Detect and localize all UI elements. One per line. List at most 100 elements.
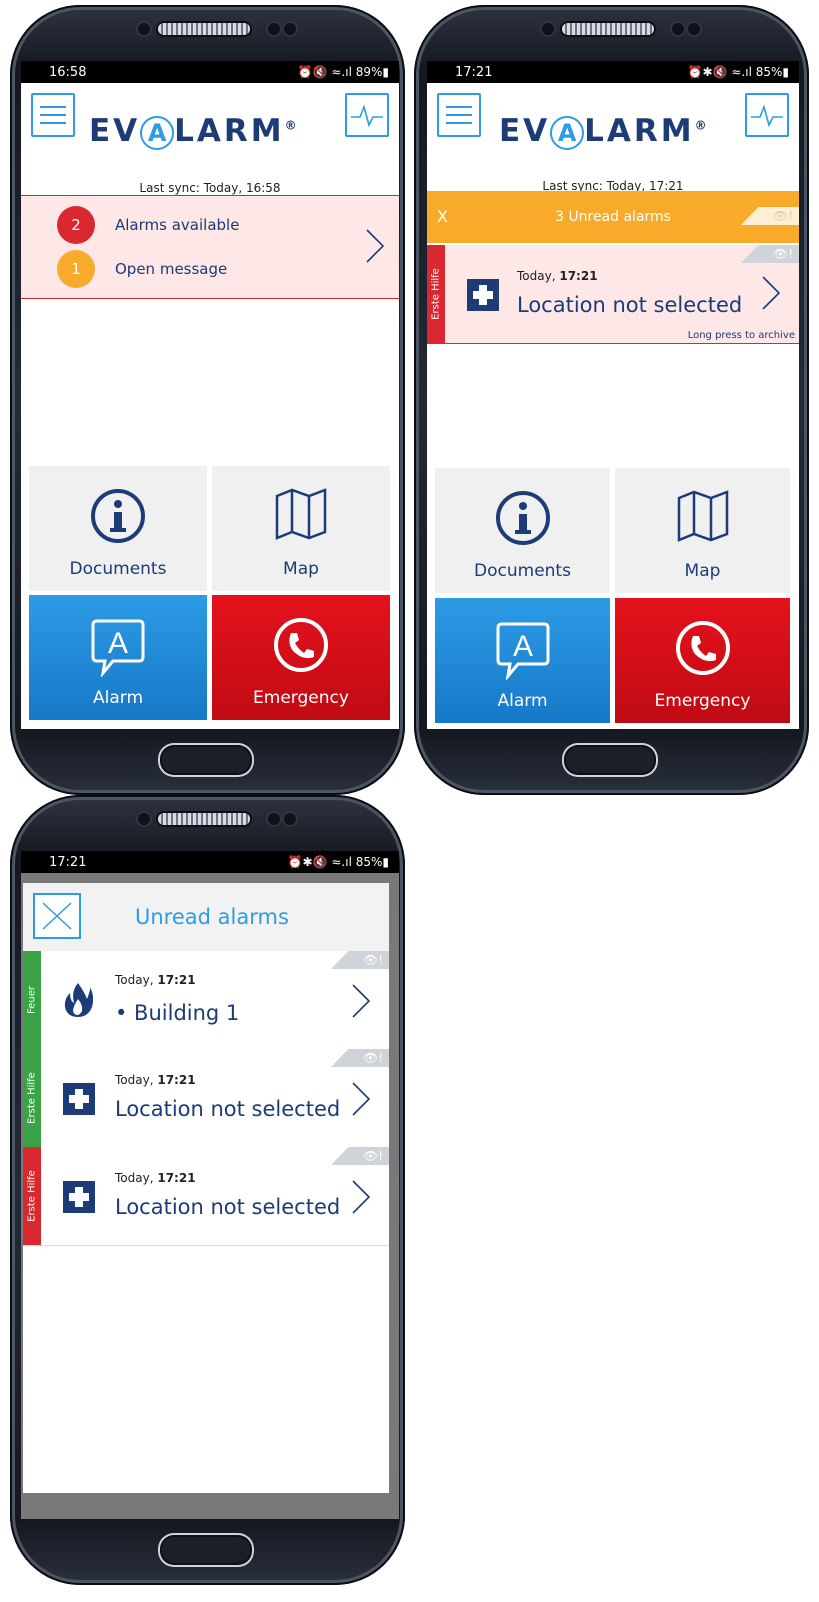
unread-alarms-modal: Unread alarms Feuer 👁! Today, 17:21 • Bu… (23, 883, 389, 1493)
menu-button[interactable] (31, 93, 75, 137)
alarm-row[interactable]: Feuer 👁! Today, 17:21 • Building 1 (23, 951, 389, 1050)
screen-home: 16:58 ⏰🔇 ≈.ıl 89%▮ EV A LARM® Last sync: T… (21, 61, 399, 729)
emergency-label: Emergency (253, 688, 349, 708)
status-icons: ⏰🔇 ≈.ıl 89%▮ (297, 65, 389, 79)
alarm-location: Location not selected (115, 1097, 341, 1121)
eye-icon: 👁! (331, 1049, 389, 1067)
earpiece-speaker (562, 23, 654, 35)
documents-tile[interactable]: Documents (435, 468, 610, 593)
menu-button[interactable] (437, 93, 481, 137)
eye-icon: 👁! (741, 245, 799, 263)
map-tile[interactable]: Map (615, 468, 790, 593)
category-stripe: Erste Hilfe (23, 1147, 41, 1245)
phone-frame-2: 17:21 ⏰✱🔇 ≈.ıl 85%▮ EV A LARM® Last sync: … (414, 5, 809, 795)
heartbeat-icon (751, 104, 783, 128)
modal-header: Unread alarms (23, 883, 389, 951)
emergency-tile[interactable]: Emergency (212, 595, 390, 720)
earpiece-speaker (158, 23, 250, 35)
status-icons: ⏰✱🔇 ≈.ıl 85%▮ (287, 855, 389, 869)
home-button[interactable] (158, 1533, 254, 1567)
evalarm-logo: EV A LARM® (89, 113, 300, 150)
alarm-row[interactable]: Erste Hilfe 👁! Today, 17:21 Location not… (23, 1147, 389, 1246)
chevron-right-icon (352, 984, 371, 1018)
alarm-location: • Building 1 (115, 1001, 240, 1025)
last-sync: Last sync: Today, 16:58 (139, 181, 281, 195)
status-bar: 17:21 ⏰✱🔇 ≈.ıl 85%▮ (21, 851, 399, 873)
screen-unread: 17:21 ⏰✱🔇 ≈.ıl 85%▮ EV A LARM® Last sync: … (427, 61, 799, 729)
unread-alarms-bar[interactable]: X 3 Unread alarms 👁! (427, 191, 799, 243)
phone-frame-1: 16:58 ⏰🔇 ≈.ıl 89%▮ EV A LARM® Last sync: T… (10, 5, 405, 795)
archive-hint: Long press to archive (687, 330, 795, 341)
documents-tile[interactable]: Documents (29, 466, 207, 591)
clock: 17:21 (455, 64, 493, 80)
front-camera (138, 813, 150, 825)
modal-title: Unread alarms (135, 905, 289, 929)
status-icons: ⏰✱🔇 ≈.ıl 85%▮ (687, 65, 789, 79)
first-aid-icon (63, 1181, 95, 1213)
alarm-timestamp: Today, 17:21 (517, 269, 598, 283)
chevron-right-icon (366, 229, 385, 263)
phone-icon (675, 621, 730, 675)
alarm-timestamp: Today, 17:21 (115, 1073, 196, 1087)
info-icon (495, 491, 550, 545)
sensor (268, 23, 280, 35)
svg-text:A: A (108, 627, 128, 660)
map-icon (275, 488, 327, 540)
alarm-row[interactable]: Erste Hilfe 👁! Today, 17:21 Location not… (23, 1049, 389, 1148)
fire-icon (64, 983, 93, 1017)
chevron-right-icon (352, 1082, 371, 1116)
screen-unread-modal: 17:21 ⏰✱🔇 ≈.ıl 85%▮ Unread alarms Feuer … (21, 851, 399, 1519)
earpiece-speaker (158, 813, 250, 825)
front-camera (138, 23, 150, 35)
alarms-count-badge: 2 (57, 206, 95, 244)
status-monitor-button[interactable] (745, 93, 789, 137)
eye-icon: 👁! (331, 951, 389, 969)
header: EV A LARM® Last sync: Today, 17:21 (427, 83, 799, 193)
alerts-summary[interactable]: 2 Alarms available 1 Open message (21, 195, 399, 299)
first-aid-icon (467, 279, 499, 311)
home-button[interactable] (158, 743, 254, 777)
emergency-label: Emergency (654, 691, 751, 711)
unread-count-text: 3 Unread alarms (555, 209, 671, 225)
svg-text:A: A (512, 630, 532, 663)
phone-icon (274, 618, 328, 672)
sensor (268, 813, 280, 825)
alarms-label: Alarms available (115, 216, 240, 234)
close-button[interactable] (33, 893, 81, 939)
category-stripe: Erste Hilfe (23, 1049, 41, 1147)
alarm-tile[interactable]: A Alarm (29, 595, 207, 720)
map-label: Map (283, 559, 319, 579)
hamburger-icon (446, 106, 472, 124)
heartbeat-icon (351, 104, 383, 128)
alarm-a-icon: A (91, 619, 145, 677)
info-icon (91, 489, 145, 543)
chevron-right-icon (762, 276, 781, 310)
category-stripe: Feuer (23, 951, 41, 1049)
emergency-tile[interactable]: Emergency (615, 598, 790, 723)
open-message-row: 1 Open message (57, 250, 227, 288)
message-label: Open message (115, 260, 228, 278)
map-icon (677, 490, 728, 542)
alarm-tile[interactable]: A Alarm (435, 598, 610, 723)
documents-label: Documents (69, 559, 167, 579)
sensor (284, 23, 296, 35)
home-button[interactable] (562, 743, 658, 777)
documents-label: Documents (474, 561, 571, 581)
alarm-label: Alarm (92, 688, 144, 708)
alarm-timestamp: Today, 17:21 (115, 973, 196, 987)
status-monitor-button[interactable] (345, 93, 389, 137)
first-aid-icon (63, 1083, 95, 1115)
status-bar: 17:21 ⏰✱🔇 ≈.ıl 85%▮ (427, 61, 799, 83)
category-stripe: Erste Hilfe (427, 245, 445, 343)
map-tile[interactable]: Map (212, 466, 390, 591)
header: EV A LARM® Last sync: Today, 16:58 (21, 83, 399, 195)
clock: 16:58 (49, 64, 87, 80)
chevron-right-icon (352, 1180, 371, 1214)
alarm-location: Location not selected (115, 1195, 341, 1219)
alarm-card[interactable]: Erste Hilfe 👁! Today, 17:21 Location not… (427, 245, 799, 344)
phone-frame-3: 17:21 ⏰✱🔇 ≈.ıl 85%▮ Unread alarms Feuer … (10, 795, 405, 1585)
alarm-a-icon: A (496, 622, 549, 680)
map-label: Map (684, 561, 721, 581)
sensor (284, 813, 296, 825)
sensor (688, 23, 700, 35)
